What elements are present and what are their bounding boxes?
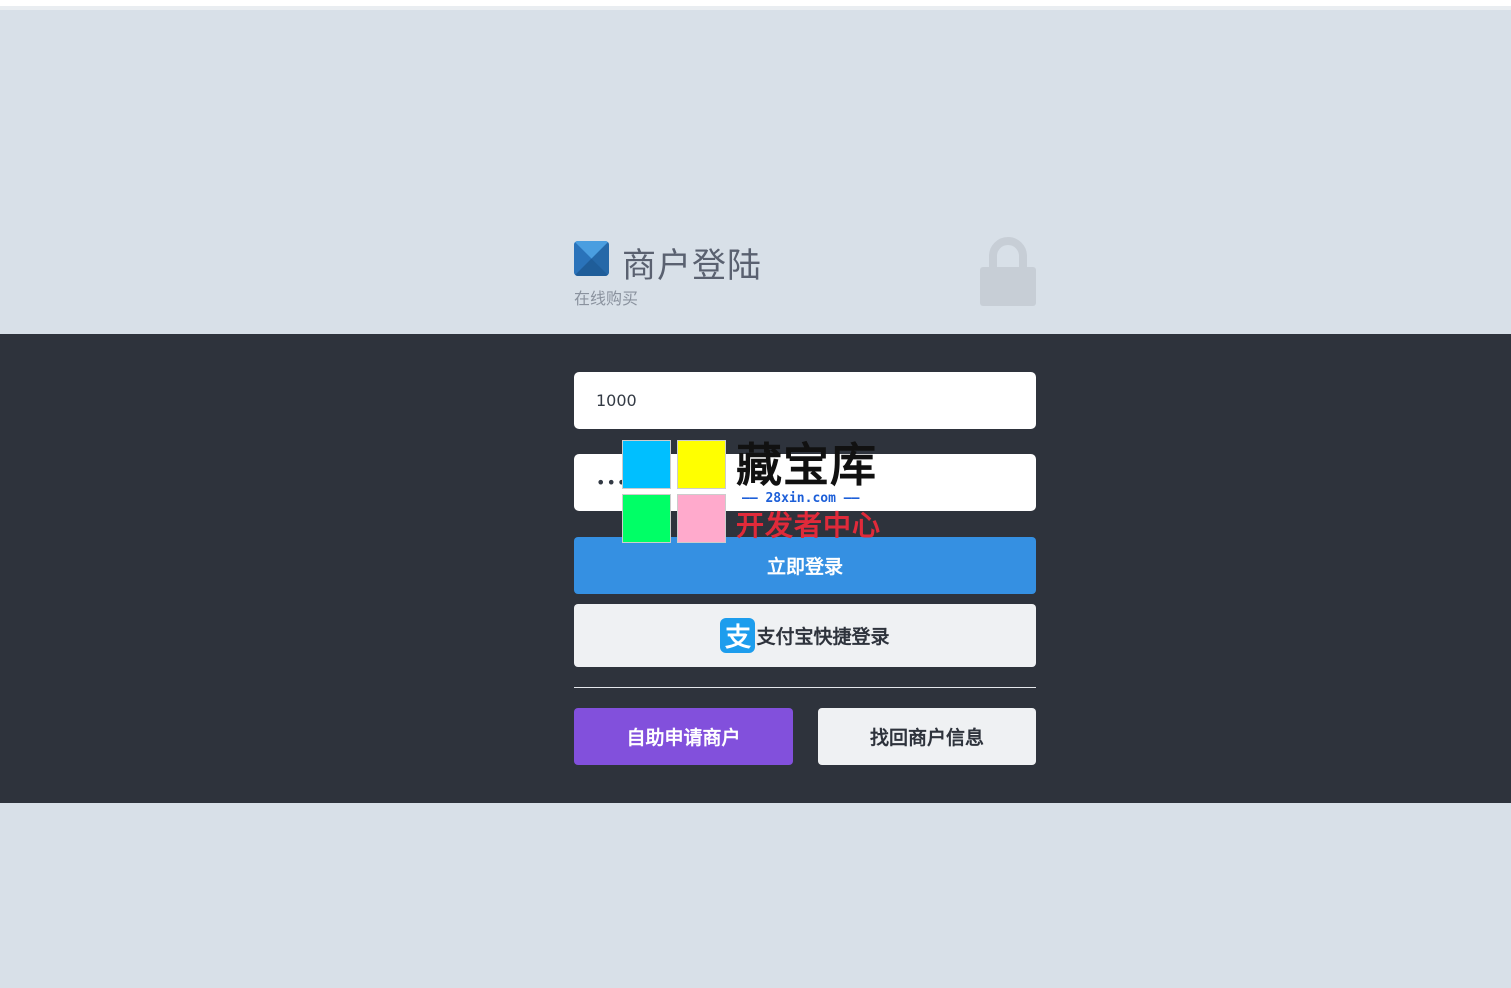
- top-bar: [0, 0, 1511, 10]
- apply-merchant-button[interactable]: 自助申请商户: [574, 708, 793, 765]
- watermark-url: —— 28xin.com ——: [742, 491, 860, 506]
- watermark-logo: 藏宝库 —— 28xin.com —— 开发者中心: [622, 440, 892, 546]
- recover-merchant-label: 找回商户信息: [869, 727, 984, 749]
- alipay-login-label: 支付宝快捷登录: [756, 626, 890, 648]
- watermark-title: 藏宝库: [736, 438, 877, 492]
- apply-merchant-label: 自助申请商户: [626, 727, 741, 749]
- login-header: 商户登陆 在线购买: [574, 236, 1036, 316]
- watermark-square-yellow: [677, 440, 726, 489]
- alipay-login-button[interactable]: 支 支付宝快捷登录: [574, 604, 1036, 667]
- merchant-id-input[interactable]: [574, 372, 1036, 429]
- lock-icon: [979, 236, 1037, 308]
- watermark-subtitle: 开发者中心: [736, 509, 882, 542]
- alipay-icon: 支: [720, 618, 756, 653]
- page-title: 商户登陆: [622, 246, 762, 286]
- watermark-square-green: [622, 494, 671, 543]
- watermark-square-blue: [622, 440, 671, 489]
- recover-merchant-button[interactable]: 找回商户信息: [818, 708, 1036, 765]
- divider: [574, 687, 1036, 688]
- brand-logo-icon: [574, 241, 609, 276]
- watermark-square-pink: [677, 494, 726, 543]
- login-button-label: 立即登录: [766, 556, 843, 578]
- page-subtitle: 在线购买: [574, 289, 639, 308]
